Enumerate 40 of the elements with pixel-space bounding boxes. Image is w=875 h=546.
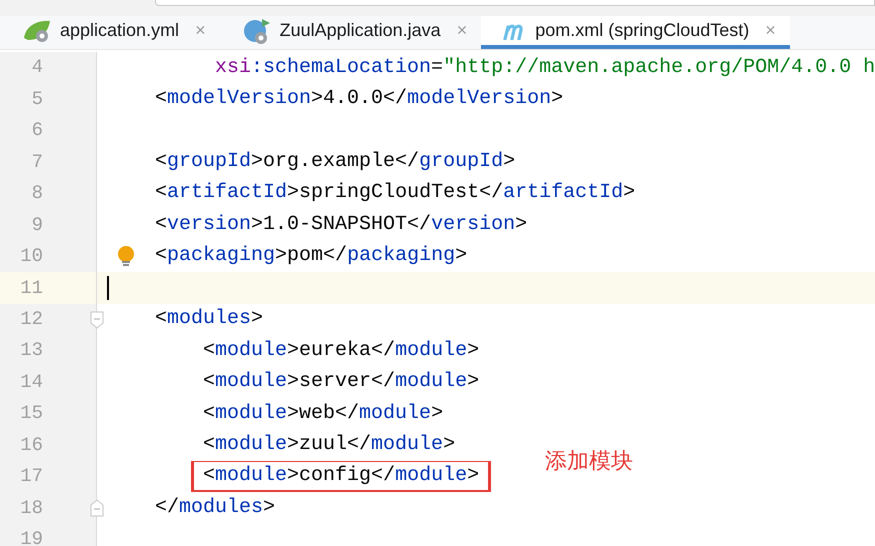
tab-label: pom.xml (springCloudTest) xyxy=(535,19,750,42)
line-number: 15 xyxy=(19,401,43,426)
code-line: <version>1.0-SNAPSHOT</version> xyxy=(155,212,528,237)
editor-tab[interactable]: ZuulApplication.java × xyxy=(220,16,482,49)
code-line: <groupId>org.example</groupId> xyxy=(155,150,516,174)
tab-label: ZuulApplication.java xyxy=(280,19,441,42)
line-number: 10 xyxy=(19,244,43,270)
line-number: 11 xyxy=(19,276,43,301)
annotation-text: 添加模块 xyxy=(545,448,633,476)
code-line: <module>zuul</module> xyxy=(203,432,456,457)
line-number: 7 xyxy=(30,150,43,175)
code-line: <artifactId>springCloudTest</artifactId> xyxy=(155,181,636,206)
code-line: <module>web</module> xyxy=(203,402,444,426)
fold-icon[interactable] xyxy=(90,310,104,328)
line-number: 14 xyxy=(19,370,43,395)
line-number: 16 xyxy=(19,432,43,458)
code-line: <module>eureka</module> xyxy=(203,338,480,363)
code-line: </modules> xyxy=(155,496,276,520)
line-number: 4 xyxy=(30,55,43,80)
code-line: <modules> xyxy=(155,307,264,332)
fold-icon[interactable] xyxy=(90,499,104,518)
code-line: <packaging>pom</packaging> xyxy=(155,244,468,268)
line-number: 17 xyxy=(19,464,43,490)
line-number: 18 xyxy=(19,496,43,521)
line-number: 6 xyxy=(30,118,43,144)
editor-tab[interactable]: application.yml × xyxy=(0,16,220,49)
line-number: 19 xyxy=(19,527,43,546)
line-number: 5 xyxy=(30,86,43,112)
line-number: 12 xyxy=(19,306,43,332)
text-cursor xyxy=(107,276,109,300)
code-line: <module>config</module> xyxy=(203,464,480,488)
line-number: 9 xyxy=(30,212,43,238)
line-number: 13 xyxy=(19,338,43,364)
lightbulb-icon[interactable] xyxy=(117,244,135,269)
code-line: <modelVersion>4.0.0</modelVersion> xyxy=(155,87,564,112)
code-line: <module>server</module> xyxy=(203,370,480,394)
code-line: xsi:schemaLocation="http://maven.apache.org/POM/4.0.0 h xyxy=(215,56,875,80)
editor-tab[interactable]: pom.xml (springCloudTest) × xyxy=(481,16,790,49)
tab-label: application.yml xyxy=(60,19,180,42)
line-number: 8 xyxy=(30,181,43,206)
